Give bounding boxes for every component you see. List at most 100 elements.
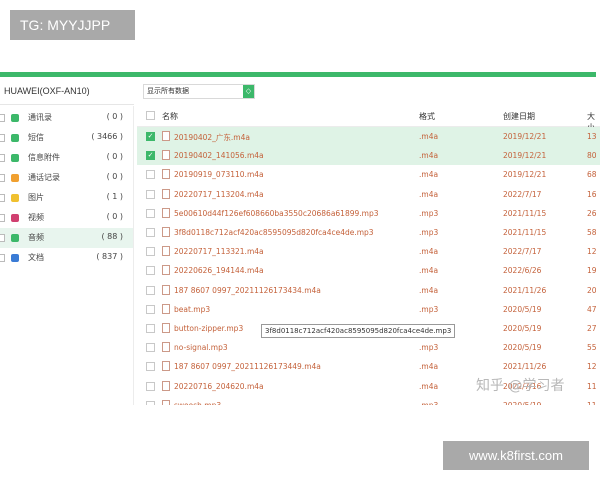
row-checkbox[interactable] — [146, 304, 155, 314]
file-date: 2021/11/15 — [503, 208, 547, 218]
audio-file-icon — [162, 169, 170, 180]
row-checkbox[interactable]: ✓ — [146, 151, 155, 161]
audio-file-icon — [162, 265, 170, 276]
sidebar-checkbox[interactable] — [0, 174, 5, 182]
sidebar-checkbox[interactable] — [0, 254, 5, 262]
file-format: .m4a — [419, 266, 439, 276]
file-format: .mp3 — [419, 304, 439, 314]
file-format: .mp3 — [419, 343, 439, 353]
sidebar-checkbox[interactable] — [0, 114, 5, 122]
column-header-created[interactable]: 创建日期 — [503, 111, 535, 122]
table-row[interactable]: 187 8607 0997_20211126173434.m4a .m4a 2021… — [137, 281, 600, 300]
table-row[interactable]: ✓ 20190402_141056.m4a .m4a 2019/12/21 80 — [137, 146, 600, 166]
row-checkbox[interactable] — [146, 247, 155, 257]
file-table: 名称 格式 创建日期 大小 ✓ 20190402_广东.m4a .m4a 2019/1… — [137, 105, 600, 405]
sidebar-item-documents[interactable]: 文档 ( 837 ) — [0, 248, 133, 268]
table-row[interactable]: no-signal.mp3 .mp3 2020/5/19 55 — [137, 338, 600, 357]
video-icon — [11, 214, 19, 222]
row-checkbox[interactable]: ✓ — [146, 132, 155, 141]
file-name: 187 8607 0997_20211126173434.m4a — [174, 285, 321, 295]
sidebar-checkbox[interactable] — [0, 234, 5, 242]
file-name: 20190919_073110.m4a — [174, 170, 264, 180]
row-checkbox[interactable] — [146, 381, 155, 391]
chevron-down-icon[interactable]: ◇ — [243, 85, 254, 98]
sidebar-item-count: ( 0 ) — [106, 212, 123, 221]
filter-value: 显示所有数据 — [147, 87, 189, 95]
audio-file-icon — [162, 303, 170, 314]
audio-icon — [11, 234, 19, 242]
row-checkbox[interactable] — [146, 228, 155, 237]
file-format: .m4a — [419, 247, 439, 257]
sidebar-checkbox[interactable] — [0, 134, 5, 142]
sidebar-item-label: 短信 — [28, 133, 44, 142]
table-row[interactable]: 3f8d0118c712acf420ac8595095d820fca4ce4de… — [137, 223, 600, 242]
sidebar-item-attachments[interactable]: 信息附件 ( 0 ) — [0, 148, 133, 168]
file-date: 2019/12/21 — [503, 151, 547, 161]
select-all-checkbox[interactable] — [146, 111, 155, 120]
row-checkbox[interactable] — [146, 208, 155, 218]
table-row[interactable]: 187 8607 0997_20211126173449.m4a .m4a 2021… — [137, 357, 600, 376]
column-header-name[interactable]: 名称 — [162, 111, 178, 122]
zhihu-watermark: 知乎 @学习者 — [476, 378, 565, 394]
sidebar-item-images[interactable]: 图片 ( 1 ) — [0, 188, 133, 208]
table-row[interactable]: beat.mp3 .mp3 2020/5/19 47 — [137, 300, 600, 319]
file-name: 5e00610d44f126ef608660ba3550c20686a61899… — [174, 208, 379, 218]
file-name: swoosh.mp3 — [174, 401, 221, 405]
table-row[interactable]: 20220626_194144.m4a .m4a 2022/6/26 19 — [137, 261, 600, 280]
file-size: 80 — [587, 151, 597, 161]
file-size: 55 — [587, 343, 597, 353]
file-date: 2020/5/19 — [503, 324, 542, 333]
sidebar-item-video[interactable]: 视频 ( 0 ) — [0, 208, 133, 228]
file-name: 3f8d0118c712acf420ac8595095d820fca4ce4de… — [174, 228, 374, 237]
file-format: .m4a — [419, 170, 439, 180]
sidebar-item-call-log[interactable]: 通话记录 ( 0 ) — [0, 168, 133, 188]
file-name: 20220626_194144.m4a — [174, 266, 264, 276]
sidebar-item-label: 音频 — [28, 233, 44, 242]
sidebar-item-label: 图片 — [28, 193, 44, 202]
sidebar-item-count: ( 0 ) — [106, 112, 123, 121]
table-row[interactable]: 20190919_073110.m4a .m4a 2019/12/21 68 — [137, 165, 600, 184]
audio-file-icon — [162, 284, 170, 295]
file-name: 20190402_广东.m4a — [174, 133, 250, 142]
file-date: 2021/11/26 — [503, 362, 547, 372]
file-date: 2022/7/17 — [503, 247, 542, 257]
table-row[interactable]: ✓ 20190402_广东.m4a .m4a 2019/12/21 13 — [137, 127, 600, 146]
table-row[interactable]: 5e00610d44f126ef608660ba3550c20686a61899… — [137, 204, 600, 223]
file-name: 20190402_141056.m4a — [174, 151, 264, 161]
row-checkbox[interactable] — [146, 343, 155, 353]
row-checkbox[interactable] — [146, 285, 155, 295]
sidebar-checkbox[interactable] — [0, 214, 5, 222]
sidebar-checkbox[interactable] — [0, 194, 5, 202]
sidebar-item-contacts[interactable]: 通讯录 ( 0 ) — [0, 108, 133, 128]
audio-file-icon — [162, 399, 170, 405]
sidebar-checkbox[interactable] — [0, 154, 5, 162]
file-size: 11 — [587, 401, 597, 405]
file-name: 20220716_204620.m4a — [174, 381, 264, 391]
file-name: no-signal.mp3 — [174, 343, 228, 353]
file-date: 2020/5/19 — [503, 343, 542, 353]
row-checkbox[interactable] — [146, 170, 155, 180]
file-date: 2020/5/19 — [503, 304, 542, 314]
sidebar-item-sms[interactable]: 短信 ( 3466 ) — [0, 128, 133, 148]
table-row[interactable]: swoosh.mp3 .mp3 2020/5/19 11 — [137, 396, 600, 405]
column-header-format[interactable]: 格式 — [419, 111, 435, 122]
row-checkbox[interactable] — [146, 362, 155, 372]
sidebar-item-count: ( 0 ) — [106, 172, 123, 181]
sidebar-item-label: 信息附件 — [28, 153, 60, 162]
file-format: .m4a — [419, 381, 439, 391]
call-log-icon — [11, 174, 19, 182]
sidebar-item-audio[interactable]: 音频 ( 88 ) — [0, 228, 133, 248]
data-filter-select[interactable]: 显示所有数据 ◇ — [143, 84, 255, 99]
file-date: 2020/5/19 — [503, 401, 541, 405]
table-row[interactable]: 20220717_113204.m4a .m4a 2022/7/17 16 — [137, 185, 600, 204]
row-checkbox[interactable] — [146, 189, 155, 199]
file-format: .m4a — [419, 151, 439, 161]
file-format: .m4a — [419, 189, 439, 199]
file-size: 16 — [587, 189, 597, 199]
table-row[interactable]: 20220717_113321.m4a .m4a 2022/7/17 12 — [137, 242, 600, 261]
row-checkbox[interactable] — [146, 324, 155, 333]
row-checkbox[interactable] — [146, 266, 155, 276]
row-checkbox[interactable] — [146, 400, 155, 405]
file-date: 2019/12/21 — [503, 170, 547, 180]
audio-file-icon — [162, 227, 170, 237]
